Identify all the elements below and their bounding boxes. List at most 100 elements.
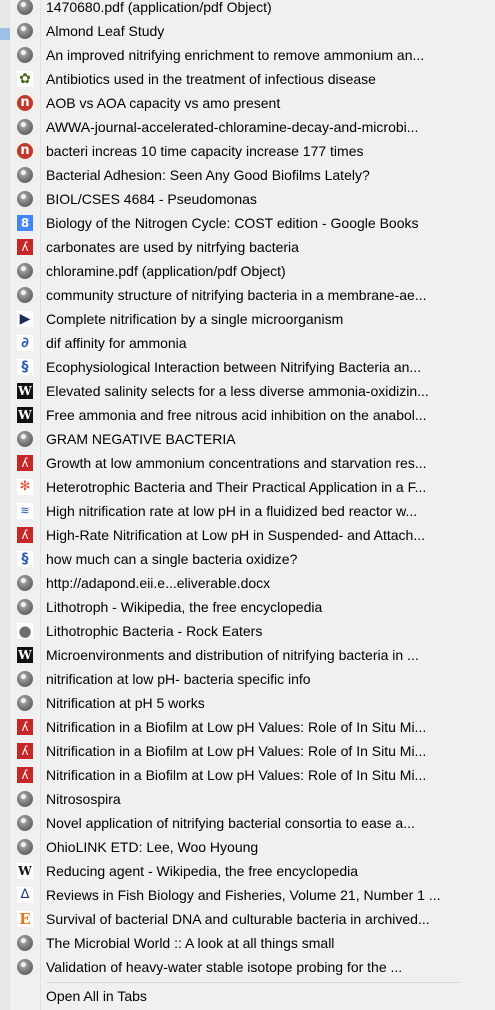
bookmark-item[interactable]: W Elevated salinity selects for a less di… — [0, 379, 495, 403]
bookmark-label: http://adapond.eii.e...eliverable.docx — [46, 575, 271, 591]
bookmark-item[interactable]: n AOB vs AOA capacity vs amo present — [0, 91, 495, 115]
bookmark-label: chloramine.pdf (application/pdf Object) — [46, 263, 286, 279]
globe-icon — [17, 959, 33, 975]
bookmark-item[interactable]: W Microenvironments and distribution of n… — [0, 643, 495, 667]
elsevier-icon: E — [17, 911, 33, 927]
bookmark-item[interactable]: 1470680.pdf (application/pdf Object) — [0, 0, 495, 19]
bookmark-item[interactable]: nitrification at low pH- bacteria specif… — [0, 667, 495, 691]
bookmark-item[interactable]: ✿ Antibiotics used in the treatment of in… — [0, 67, 495, 91]
bookmark-item[interactable]: § Ecophysiological Interaction between Ni… — [0, 355, 495, 379]
menu-separator — [46, 982, 460, 983]
globe-icon — [17, 47, 33, 63]
bookmark-label: Validation of heavy-water stable isotope… — [46, 959, 403, 975]
bookmark-item[interactable]: Lithotroph - Wikipedia, the free encyclo… — [0, 595, 495, 619]
bookmark-item[interactable]: Bacterial Adhesion: Seen Any Good Biofil… — [0, 163, 495, 187]
bookmark-label: nitrification at low pH- bacteria specif… — [46, 671, 311, 687]
bookmark-item[interactable]: chloramine.pdf (application/pdf Object) — [0, 259, 495, 283]
springer-icon: ∆ — [17, 887, 33, 903]
bookmark-label: Nitrification in a Biofilm at Low pH Val… — [46, 767, 427, 783]
bookmark-item[interactable]: The Microbial World :: A look at all thi… — [0, 931, 495, 955]
dna-icon: § — [17, 359, 33, 375]
pdf-icon: ʎ — [17, 239, 33, 255]
bookmark-label: Complete nitrification by a single micro… — [46, 311, 344, 327]
bookmark-label: GRAM NEGATIVE BACTERIA — [46, 431, 236, 447]
bookmark-label: Free ammonia and free nitrous acid inhib… — [46, 407, 427, 423]
globe-icon — [17, 431, 33, 447]
bookmark-label: Lithotroph - Wikipedia, the free encyclo… — [46, 599, 323, 615]
globe-icon — [17, 599, 33, 615]
bookmark-item[interactable]: Almond Leaf Study — [0, 19, 495, 43]
bookmark-label: Heterotrophic Bacteria and Their Practic… — [46, 479, 427, 495]
bookmark-item[interactable]: ∆ Reviews in Fish Biology and Fisheries, … — [0, 883, 495, 907]
globe-icon — [17, 23, 33, 39]
bookmark-label: carbonates are used by nitrfying bacteri… — [46, 239, 299, 255]
bookmark-item[interactable]: http://adapond.eii.e...eliverable.docx — [0, 571, 495, 595]
bookmark-item[interactable]: GRAM NEGATIVE BACTERIA — [0, 427, 495, 451]
bookmark-label: Elevated salinity selects for a less div… — [46, 383, 429, 399]
bookmark-item[interactable]: BIOL/CSES 4684 - Pseudomonas — [0, 187, 495, 211]
bookmark-item[interactable]: ▶ Complete nitrification by a single micr… — [0, 307, 495, 331]
pdf-outline-icon: ʎ — [17, 743, 33, 759]
apple-icon: ● — [17, 622, 33, 640]
wikipedia-icon: W — [17, 863, 33, 879]
google-icon: 8 — [17, 215, 33, 231]
menu-footer: Open All in Tabs — [0, 982, 495, 1004]
bookmark-item[interactable]: ● Lithotrophic Bacteria - Rock Eaters — [0, 619, 495, 643]
bookmark-label: Nitrification in a Biofilm at Low pH Val… — [46, 719, 427, 735]
bookmark-item[interactable]: ✻ Heterotrophic Bacteria and Their Practi… — [0, 475, 495, 499]
bookmark-item[interactable]: W Reducing agent - Wikipedia, the free en… — [0, 859, 495, 883]
bookmark-item[interactable]: 8 Biology of the Nitrogen Cycle: COST edi… — [0, 211, 495, 235]
bookmark-item[interactable]: E Survival of bacterial DNA and culturabl… — [0, 907, 495, 931]
pdf-outline-icon: ʎ — [17, 767, 33, 783]
bookmark-label: Nitrification in a Biofilm at Low pH Val… — [46, 743, 427, 759]
bookmark-item[interactable]: community structure of nitrifying bacter… — [0, 283, 495, 307]
bookmark-label: Antibiotics used in the treatment of inf… — [46, 71, 376, 87]
arrow-icon: ▶ — [17, 311, 33, 327]
bookmark-label: Survival of bacterial DNA and culturable… — [46, 911, 430, 927]
bookmark-label: dif affinity for ammonia — [46, 335, 187, 351]
pdf-icon: ʎ — [17, 527, 33, 543]
bookmark-item[interactable]: ʎ Growth at low ammonium concentrations a… — [0, 451, 495, 475]
bookmarks-menu: 1470680.pdf (application/pdf Object) Almo… — [0, 0, 495, 979]
globe-icon — [17, 287, 33, 303]
bookmark-item[interactable]: An improved nitrifying enrichment to rem… — [0, 43, 495, 67]
bookmark-label: An improved nitrifying enrichment to rem… — [46, 47, 425, 63]
bookmark-label: OhioLINK ETD: Lee, Woo Hyoung — [46, 839, 259, 855]
globe-icon — [17, 167, 33, 183]
open-all-in-tabs[interactable]: Open All in Tabs — [46, 987, 460, 1005]
bookmark-label: AWWA-journal-accelerated-chloramine-deca… — [46, 119, 419, 135]
bookmark-item[interactable]: ʎ carbonates are used by nitrfying bacter… — [0, 235, 495, 259]
pdf-icon: ʎ — [17, 719, 33, 735]
joomla-icon: ✻ — [17, 479, 33, 495]
bookmark-label: High nitrification rate at low pH in a f… — [46, 503, 418, 519]
bookmark-item[interactable]: Novel application of nitrifying bacteria… — [0, 811, 495, 835]
bookmark-label: Almond Leaf Study — [46, 23, 165, 39]
bookmark-label: Novel application of nitrifying bacteria… — [46, 815, 415, 831]
bookmark-item[interactable]: OhioLINK ETD: Lee, Woo Hyoung — [0, 835, 495, 859]
bookmark-label: AOB vs AOA capacity vs amo present — [46, 95, 281, 111]
bookmark-item[interactable]: ʎ High-Rate Nitrification at Low pH in Su… — [0, 523, 495, 547]
bookmark-label: Biology of the Nitrogen Cycle: COST edit… — [46, 215, 419, 231]
globe-icon — [17, 695, 33, 711]
bookmark-item[interactable]: AWWA-journal-accelerated-chloramine-deca… — [0, 115, 495, 139]
bookmark-item[interactable]: ∂ dif affinity for ammonia — [0, 331, 495, 355]
bookmark-item[interactable]: ʎ Nitrification in a Biofilm at Low pH Va… — [0, 739, 495, 763]
bookmark-item[interactable]: ʎ Nitrification in a Biofilm at Low pH Va… — [0, 763, 495, 787]
bookmark-item[interactable]: Validation of heavy-water stable isotope… — [0, 955, 495, 979]
bookmark-item[interactable]: § how much can a single bacteria oxidize? — [0, 547, 495, 571]
bookmark-item[interactable]: ≋ High nitrification rate at low pH in a … — [0, 499, 495, 523]
bookmark-item[interactable]: n bacteri increas 10 time capacity increa… — [0, 139, 495, 163]
pdf-icon: ʎ — [17, 455, 33, 471]
globe-icon — [17, 815, 33, 831]
bookmark-label: community structure of nitrifying bacter… — [46, 287, 427, 303]
wave-icon: ≋ — [17, 503, 33, 519]
globe-icon — [17, 839, 33, 855]
wiley-icon: W — [17, 383, 33, 399]
bookmark-label: Nitrification at pH 5 works — [46, 695, 205, 711]
bookmark-label: bacteri increas 10 time capacity increas… — [46, 143, 364, 159]
dna-icon: § — [17, 551, 33, 567]
bookmark-item[interactable]: ʎ Nitrification in a Biofilm at Low pH Va… — [0, 715, 495, 739]
bookmark-item[interactable]: Nitrification at pH 5 works — [0, 691, 495, 715]
bookmark-item[interactable]: W Free ammonia and free nitrous acid inhi… — [0, 403, 495, 427]
bookmark-item[interactable]: Nitrosospira — [0, 787, 495, 811]
